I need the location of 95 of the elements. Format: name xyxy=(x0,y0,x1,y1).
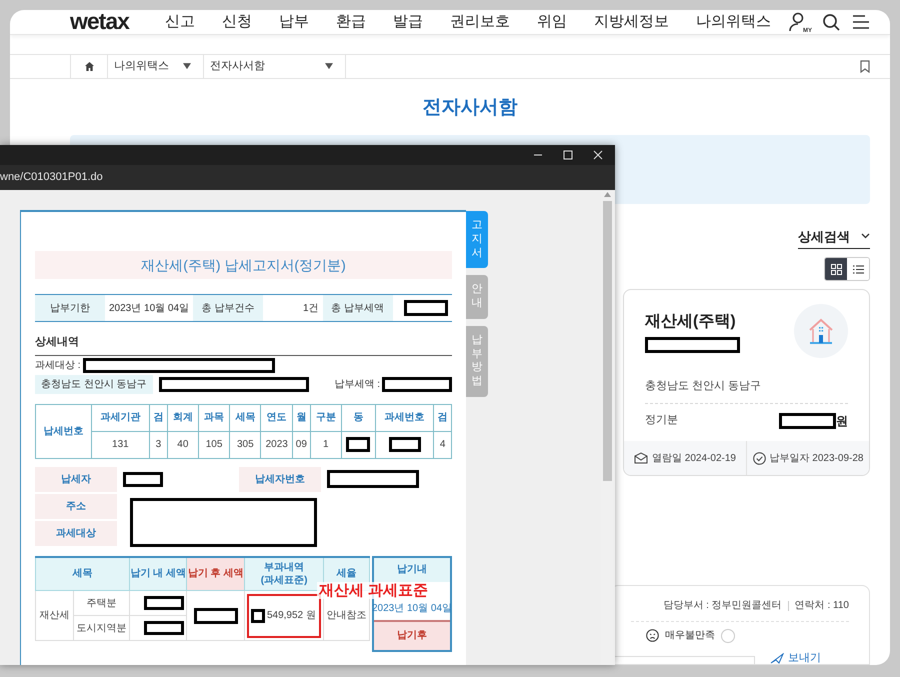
redaction-box xyxy=(250,608,265,622)
breadcrumb-dropdown[interactable]: 전자사서함 xyxy=(204,54,346,78)
redaction-box xyxy=(144,620,184,635)
check-circle-icon xyxy=(752,452,766,464)
envelope-icon xyxy=(634,452,648,464)
radio-button[interactable] xyxy=(721,628,735,642)
redaction-box xyxy=(194,608,238,624)
amount-unit: 원 xyxy=(836,412,848,430)
chevron-icon xyxy=(861,233,870,240)
department-text: 담당부서 : 정부민원콜센터 xyxy=(663,599,782,613)
nav-link[interactable]: 환급 xyxy=(336,10,366,34)
summary-label: 총 납부건수 xyxy=(193,295,264,321)
table-cell: 2023 xyxy=(260,431,293,458)
redaction-box xyxy=(779,412,836,428)
field-label: 과세대상 xyxy=(35,520,117,546)
bookmark-icon[interactable] xyxy=(860,60,870,73)
maximize-icon[interactable] xyxy=(563,150,573,160)
header-cell: 검 xyxy=(434,404,452,431)
table-cell: 40 xyxy=(167,431,198,458)
nav-link[interactable]: 위임 xyxy=(537,10,567,34)
summary-value: 2023년 10월 04일 xyxy=(108,302,190,316)
table-cell: 주택분 xyxy=(74,590,130,616)
logo[interactable]: wetax xyxy=(70,10,165,34)
header-cell: 납기 후 세액 xyxy=(186,556,244,590)
search-icon[interactable] xyxy=(822,12,840,31)
header-cell: 세목 xyxy=(36,556,130,590)
table-cell: 재산세 xyxy=(36,590,74,640)
header-cell: 연도 xyxy=(260,404,293,431)
table-cell: 4 xyxy=(434,431,452,458)
field-label: 납부세액 : xyxy=(334,378,380,392)
field-label: 납세자 xyxy=(35,466,117,492)
redaction-box xyxy=(382,376,452,392)
table-cell: 131 xyxy=(91,431,150,458)
header-cell: 납기 내 세액 xyxy=(129,556,187,590)
nav-link[interactable]: 지방세정보 xyxy=(594,10,669,34)
paper-plane-icon xyxy=(770,653,784,664)
header-cell: 과세번호 xyxy=(375,404,434,431)
caret-icon xyxy=(183,63,191,70)
address-text: 충청남도 천안시 동남구 xyxy=(35,374,153,394)
card-period: 정기분 xyxy=(645,413,678,428)
redaction-box xyxy=(144,596,184,610)
payment-date: 납부일자 2023-09-28 xyxy=(770,452,864,466)
close-icon[interactable] xyxy=(593,150,603,160)
list-icon xyxy=(852,264,864,274)
card-address: 충청남도 천안시 동남구 xyxy=(645,378,848,404)
home-icon[interactable] xyxy=(84,60,94,72)
rating-label: 매우불만족 xyxy=(665,629,715,643)
field-label: 납세자번호 xyxy=(239,466,321,492)
detail-search-dropdown[interactable]: 상세검색 xyxy=(798,226,870,249)
header-cell: 회계 xyxy=(167,404,198,431)
header-cell: 검 xyxy=(150,404,168,431)
nav-link[interactable]: 권리보호 xyxy=(450,10,510,34)
header-cell: 과목 xyxy=(198,404,230,431)
field-label: 주소 xyxy=(35,494,117,518)
header-cell: 동 xyxy=(341,404,376,431)
menu-icon[interactable] xyxy=(852,14,870,30)
header-cell: 과세기관 xyxy=(91,404,150,431)
table-cell: 1 xyxy=(310,431,342,458)
table-cell: 3 xyxy=(150,431,168,458)
frown-face-icon xyxy=(646,629,659,642)
page-title: 전자사서함 xyxy=(422,96,518,120)
nav-link[interactable]: 납부 xyxy=(279,10,309,34)
field-label: 과세대상 : xyxy=(35,358,81,372)
table-cell: 도시지역분 xyxy=(74,616,130,640)
nav-link[interactable]: 발급 xyxy=(393,10,423,34)
caret-icon xyxy=(325,63,333,70)
nav-link[interactable]: 신청 xyxy=(222,10,252,34)
notice-card[interactable]: 재산세(주택) 충청남도 천안시 동남구 정기분 원 열람일 2024-02-19 납부일자 2023-09-28 xyxy=(623,289,870,476)
section-title: 상세내역 xyxy=(35,334,452,356)
address-bar[interactable]: wne/C010301P01.do xyxy=(0,169,103,186)
breadcrumb-dropdown[interactable]: 나의위택스 xyxy=(108,54,204,78)
table-cell: 09 xyxy=(292,431,310,458)
nav-link[interactable]: 나의위택스 xyxy=(696,10,771,34)
grid-icon xyxy=(830,264,842,274)
contact-text: 연락처 : 110 xyxy=(794,599,849,613)
redaction-box xyxy=(123,472,163,486)
table-cell: 105 xyxy=(198,431,230,458)
header-cell: 납세번호 xyxy=(36,404,92,458)
table-cell: 305 xyxy=(230,431,261,458)
summary-value: 1건 xyxy=(302,302,320,316)
header-cell: 월 xyxy=(292,404,310,431)
view-date: 열람일 2024-02-19 xyxy=(652,452,736,466)
summary-label: 납부기한 xyxy=(35,295,105,321)
due-header: 납기내 xyxy=(374,558,450,582)
nav-link[interactable]: 신고 xyxy=(165,10,195,34)
summary-label: 총 납부세액 xyxy=(322,295,393,321)
scrollbar[interactable] xyxy=(601,190,613,665)
table-cell-text: 549,952 원 xyxy=(266,609,316,623)
send-button[interactable]: 보내기 xyxy=(770,653,821,664)
document-title: 재산세(주택) 납세고지서(정기분) xyxy=(35,251,452,279)
card-title: 재산세(주택) xyxy=(645,312,737,332)
header-cell: 구분 xyxy=(310,404,342,431)
late-header: 납기후 xyxy=(374,620,450,650)
grid-view-button[interactable] xyxy=(825,258,847,280)
header-cell: 세목 xyxy=(230,404,261,431)
